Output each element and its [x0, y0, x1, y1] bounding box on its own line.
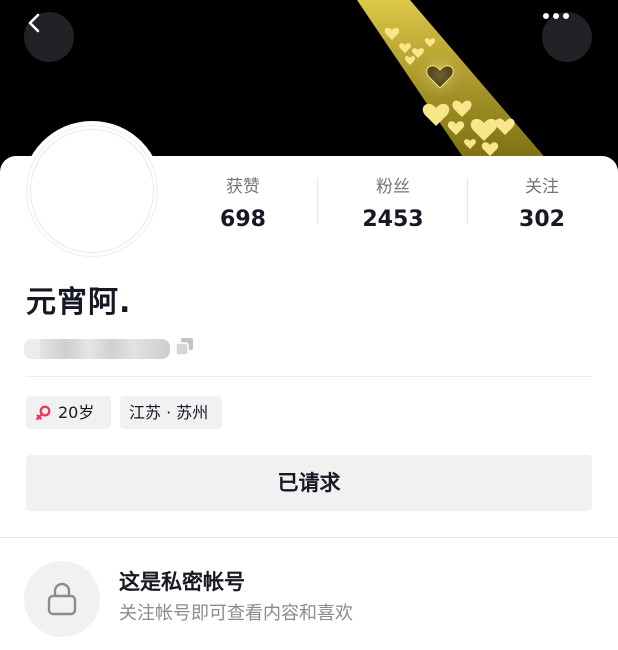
follow-requested-button[interactable]: 已请求	[26, 455, 592, 511]
copy-icon[interactable]	[174, 336, 196, 358]
age-text: 20岁	[58, 403, 95, 422]
stat-following-value: 302	[519, 207, 565, 232]
stat-followers-value: 2453	[362, 207, 424, 232]
age-tag: 20岁	[26, 396, 111, 429]
stat-divider	[467, 178, 468, 224]
female-icon	[35, 405, 51, 420]
stat-likes[interactable]: 获赞 698	[183, 176, 303, 235]
nickname: 元宵阿.	[26, 285, 132, 320]
lock-icon	[47, 582, 77, 616]
stat-likes-label: 获赞	[226, 177, 260, 197]
avatar[interactable]	[22, 121, 162, 261]
user-id-redacted	[24, 339, 40, 359]
more-options-button[interactable]	[542, 12, 592, 62]
back-button[interactable]	[24, 12, 74, 62]
stat-divider	[317, 178, 318, 224]
stat-likes-value: 698	[220, 207, 266, 232]
location-tag: 江苏 · 苏州	[120, 396, 222, 429]
stat-followers-label: 粉丝	[376, 177, 410, 197]
section-divider	[0, 537, 618, 538]
divider	[26, 376, 592, 377]
avatar-image	[30, 129, 154, 253]
more-horizontal-icon	[543, 13, 569, 19]
private-account-subtitle: 关注帐号即可查看内容和喜欢	[119, 603, 353, 624]
private-account-title: 这是私密帐号	[119, 570, 245, 594]
lock-badge	[24, 561, 100, 637]
stat-following[interactable]: 关注 302	[482, 176, 602, 235]
user-id-redacted	[40, 339, 170, 359]
stat-following-label: 关注	[525, 177, 559, 197]
chevron-left-icon	[28, 13, 40, 33]
stat-followers[interactable]: 粉丝 2453	[333, 176, 453, 235]
profile-screen: 获赞 698 粉丝 2453 关注 302 元宵阿. 20岁 江苏 · 苏州 已…	[0, 0, 618, 650]
